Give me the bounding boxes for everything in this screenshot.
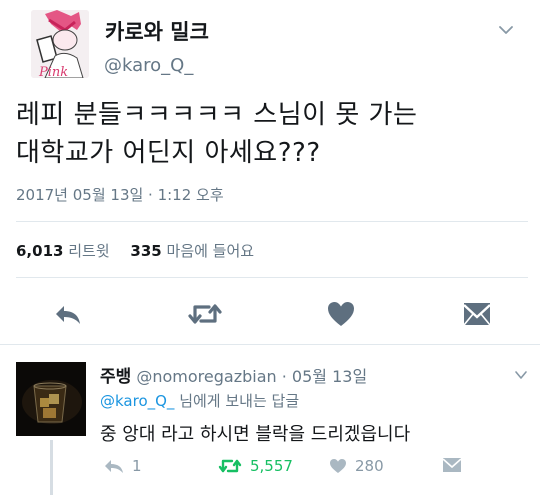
author-avatar[interactable]: Pink	[31, 10, 89, 78]
reply-like-count: 280	[355, 457, 384, 475]
reply-reply-action[interactable]: 1	[104, 457, 142, 475]
reply-handle[interactable]: @nomoregazbian	[136, 367, 276, 386]
reply-icon	[105, 460, 123, 473]
avatar-illustration: Pink	[31, 10, 89, 78]
message-icon[interactable]	[462, 299, 492, 329]
like-count[interactable]: 335	[130, 242, 161, 260]
divider	[16, 221, 528, 222]
reply-mention[interactable]: @karo_Q_	[100, 392, 174, 410]
reply-date[interactable]: · 05월 13일	[282, 367, 367, 386]
tweet-text: 레피 분들ㅋㅋㅋㅋㅋ 스님이 못 가는 대학교가 어딘지 아세요???	[16, 100, 418, 168]
reply-header: 주뱅 @nomoregazbian · 05월 13일	[100, 362, 367, 387]
author-display-name[interactable]: 카로와 밀크	[105, 16, 209, 46]
reply-icon[interactable]	[53, 299, 83, 329]
retweet-icon[interactable]	[187, 299, 223, 329]
tweet-stats: 6,013 리트윗 335 마음에 들어요	[16, 240, 254, 261]
heart-icon[interactable]	[326, 299, 356, 329]
thread-line	[50, 440, 53, 495]
avatar-whisky-glass	[16, 362, 86, 436]
reply-reply-count: 1	[132, 457, 142, 475]
author-handle[interactable]: @karo_Q_	[104, 55, 193, 76]
retweet-icon	[218, 459, 242, 473]
retweet-label[interactable]: 리트윗	[68, 242, 109, 260]
replying-to: @karo_Q_ 님에게 보내는 답글	[100, 390, 299, 411]
chevron-down-icon[interactable]	[514, 368, 528, 382]
retweet-count[interactable]: 6,013	[16, 242, 63, 260]
avatar-pink-lettering: Pink	[38, 65, 68, 78]
heart-icon	[330, 459, 346, 473]
chevron-down-icon[interactable]	[498, 22, 514, 38]
divider	[16, 277, 528, 278]
reply-to-suffix: 님에게 보내는 답글	[174, 392, 300, 410]
like-label[interactable]: 마음에 들어요	[167, 242, 255, 260]
reply-display-name[interactable]: 주뱅	[100, 367, 131, 387]
reply-author-avatar[interactable]	[16, 362, 86, 436]
divider	[0, 344, 540, 345]
reply-retweet-count: 5,557	[250, 457, 293, 475]
reply-like-action[interactable]: 280	[329, 457, 384, 475]
message-icon	[442, 458, 462, 472]
tweet-timestamp[interactable]: 2017년 05월 13일 · 1:12 오후	[16, 184, 224, 205]
reply-text: 중 앙대 라고 하시면 블락을 드리겠읍니다	[100, 424, 411, 445]
reply-message-action[interactable]	[442, 457, 470, 473]
reply-retweet-action[interactable]: 5,557	[218, 457, 293, 475]
